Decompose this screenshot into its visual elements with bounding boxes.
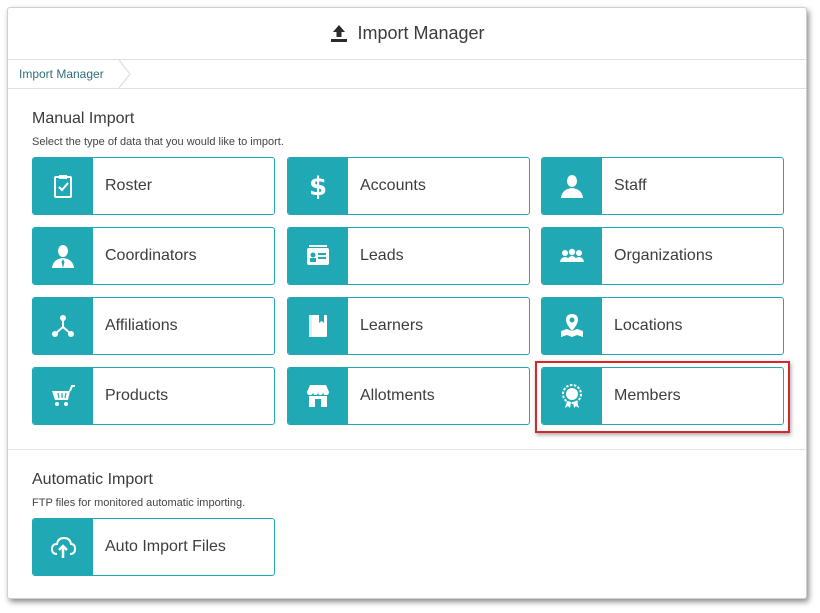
tile-locations[interactable]: Locations — [541, 297, 784, 355]
tile-products[interactable]: Products — [32, 367, 275, 425]
tile-label: Coordinators — [105, 247, 197, 264]
cart-icon — [33, 368, 93, 424]
tile-organizations[interactable]: Organizations — [541, 227, 784, 285]
tile-label: Products — [105, 387, 169, 404]
tile-label: Locations — [614, 317, 683, 334]
person-icon — [542, 158, 602, 214]
tile-label: Auto Import Files — [105, 538, 226, 555]
network-icon — [33, 298, 93, 354]
tile-label: Roster — [105, 177, 153, 194]
tile-learners[interactable]: Learners — [287, 297, 530, 355]
dollar-icon: $ — [288, 158, 348, 214]
breadcrumb: Import Manager — [8, 60, 806, 89]
clipboard-check-icon — [33, 158, 93, 214]
import-manager-window: Import Manager Import Manager Manual Imp… — [7, 7, 807, 599]
tile-label: Organizations — [614, 247, 713, 264]
store-icon — [288, 368, 348, 424]
tile-leads[interactable]: Leads — [287, 227, 530, 285]
contact-card-icon — [288, 228, 348, 284]
tile-accounts[interactable]: $ Accounts — [287, 157, 530, 215]
person-tie-icon — [33, 228, 93, 284]
tile-roster[interactable]: Roster — [32, 157, 275, 215]
tile-members[interactable]: Members — [541, 367, 784, 425]
tile-label: Members — [614, 387, 681, 404]
tile-affiliations[interactable]: Affiliations — [32, 297, 275, 355]
manual-import-subtitle: Select the type of data that you would l… — [32, 136, 284, 148]
tile-label: Allotments — [360, 387, 435, 404]
breadcrumb-item-import-manager[interactable]: Import Manager — [8, 60, 118, 88]
automatic-import-heading: Automatic Import — [32, 471, 153, 488]
automatic-import-subtitle: FTP files for monitored automatic import… — [32, 497, 246, 509]
svg-text:$: $ — [309, 172, 327, 200]
manual-import-heading: Manual Import — [32, 110, 135, 127]
tile-label: Accounts — [360, 177, 426, 194]
section-divider — [8, 449, 806, 450]
cloud-upload-icon — [33, 519, 93, 575]
tile-staff[interactable]: Staff — [541, 157, 784, 215]
tile-label: Staff — [614, 177, 647, 194]
tile-auto-import-files[interactable]: Auto Import Files — [32, 518, 275, 576]
upload-icon — [329, 24, 349, 44]
window-titlebar: Import Manager — [8, 8, 806, 60]
group-icon — [542, 228, 602, 284]
tile-label: Affiliations — [105, 317, 178, 334]
tile-label: Leads — [360, 247, 404, 264]
window-title: Import Manager — [357, 23, 485, 43]
map-pin-icon — [542, 298, 602, 354]
award-badge-icon — [542, 368, 602, 424]
tile-label: Learners — [360, 317, 424, 334]
tile-coordinators[interactable]: Coordinators — [32, 227, 275, 285]
tile-allotments[interactable]: Allotments — [287, 367, 530, 425]
book-icon — [288, 298, 348, 354]
breadcrumb-chevron-icon — [118, 60, 131, 88]
